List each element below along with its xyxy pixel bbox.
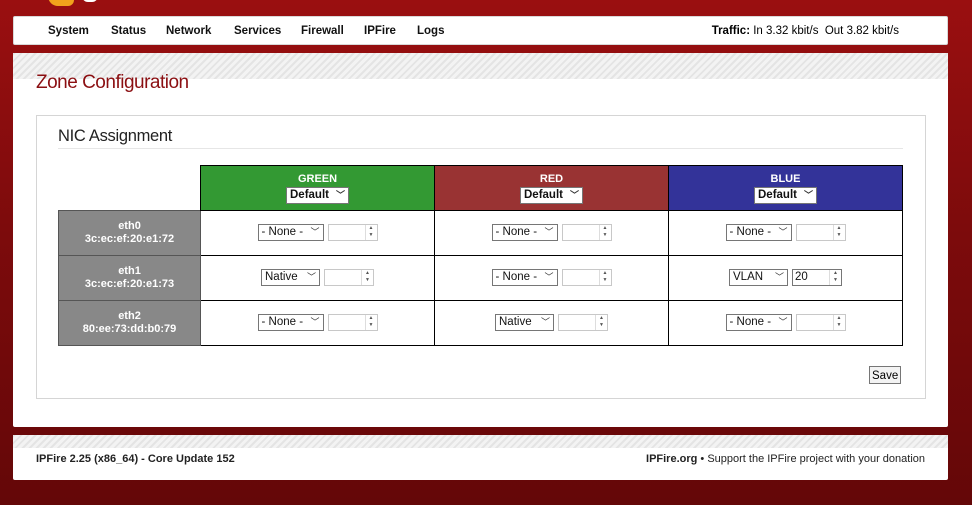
zone-mode-select-red[interactable]: Default ﹀ bbox=[520, 187, 583, 204]
cell-eth1-green: Native ﹀ ▲ ▼ bbox=[200, 255, 435, 301]
nic-label-eth2: eth2 80:ee:73:dd:b0:79 bbox=[58, 300, 201, 346]
zone-header-blue: BLUE Default ﹀ bbox=[668, 165, 903, 211]
page-title: Zone Configuration bbox=[36, 72, 189, 93]
chevron-down-icon: ﹀ bbox=[544, 227, 554, 238]
spinner-arrows-icon: ▲ ▼ bbox=[832, 315, 845, 331]
cell-eth2-blue: - None - ﹀ ▲ ▼ bbox=[668, 300, 903, 346]
spinner-arrows-icon: ▲ ▼ bbox=[595, 315, 607, 331]
spinner-arrows-icon: ▲ ▼ bbox=[598, 270, 611, 286]
nav-network[interactable]: Network bbox=[166, 17, 211, 46]
cell-eth0-blue: - None - ﹀ ▲ ▼ bbox=[668, 210, 903, 256]
spinner-arrows-icon: ▲ ▼ bbox=[829, 270, 841, 286]
cell-eth1-blue: VLAN ﹀ 20 ▲ ▼ bbox=[668, 255, 903, 301]
nav-system[interactable]: System bbox=[48, 17, 89, 46]
spinner-arrows-icon: ▲ ▼ bbox=[361, 270, 373, 286]
table-row: eth2 80:ee:73:dd:b0:79 - None - ﹀ ▲ ▼ Native… bbox=[58, 300, 903, 346]
traffic-label: Traffic: bbox=[711, 25, 751, 37]
chevron-down-icon: ﹀ bbox=[778, 227, 788, 238]
save-button[interactable]: Save bbox=[869, 366, 902, 384]
mode-select[interactable]: Native ﹀ bbox=[261, 269, 320, 287]
zone-mode-select-green[interactable]: Default ﹀ bbox=[286, 187, 349, 204]
chevron-down-icon: ﹀ bbox=[540, 317, 550, 328]
chevron-down-icon: ﹀ bbox=[544, 272, 554, 283]
cell-eth0-green: - None - ﹀ ▲ ▼ bbox=[200, 210, 435, 256]
cell-eth2-red: Native ﹀ ▲ ▼ bbox=[434, 300, 669, 346]
mode-select[interactable]: - None - ﹀ bbox=[725, 224, 792, 242]
zone-name: RED bbox=[539, 173, 564, 185]
ipfire-logo bbox=[40, 0, 102, 6]
traffic-in: In 3.32 kbit/s bbox=[753, 25, 819, 37]
mode-select[interactable]: - None - ﹀ bbox=[725, 314, 792, 332]
nic-label-eth1: eth1 3c:ec:ef:20:e1:73 bbox=[58, 255, 201, 301]
vlan-id-input[interactable]: 20 ▲ ▼ bbox=[792, 269, 842, 287]
nav-ipfire[interactable]: IPFire bbox=[364, 17, 396, 46]
nav-services[interactable]: Services bbox=[234, 17, 281, 46]
table-row: eth1 3c:ec:ef:20:e1:73 Native ﹀ ▲ ▼ - None -… bbox=[58, 255, 903, 301]
vlan-id-input[interactable]: ▲ ▼ bbox=[327, 224, 378, 242]
spinner-arrows-icon: ▲ ▼ bbox=[832, 225, 845, 241]
section-divider bbox=[58, 148, 903, 149]
footer-support: IPFire.org • Support the IPFire project … bbox=[646, 453, 925, 465]
zone-name: GREEN bbox=[297, 173, 338, 185]
mode-select[interactable]: - None - ﹀ bbox=[491, 269, 558, 287]
zone-header-green: GREEN Default ﹀ bbox=[200, 165, 435, 211]
section-title: NIC Assignment bbox=[58, 127, 173, 145]
nav-firewall[interactable]: Firewall bbox=[301, 17, 344, 46]
chevron-down-icon: ﹀ bbox=[803, 190, 813, 200]
zone-header-red: RED Default ﹀ bbox=[434, 165, 669, 211]
mode-select[interactable]: - None - ﹀ bbox=[257, 314, 324, 332]
mode-select[interactable]: Native ﹀ bbox=[495, 314, 554, 332]
vlan-id-input[interactable]: ▲ ▼ bbox=[795, 224, 846, 242]
vlan-id-input[interactable]: ▲ ▼ bbox=[558, 314, 608, 332]
cell-eth0-red: - None - ﹀ ▲ ▼ bbox=[434, 210, 669, 256]
logo-glyph bbox=[82, 0, 98, 2]
vlan-id-input[interactable]: ▲ ▼ bbox=[795, 314, 846, 332]
nav-logs[interactable]: Logs bbox=[417, 17, 444, 46]
table-row: eth0 3c:ec:ef:20:e1:72 - None - ﹀ ▲ ▼ - None… bbox=[58, 210, 903, 256]
flame-icon bbox=[48, 0, 74, 6]
chevron-down-icon: ﹀ bbox=[335, 190, 345, 200]
top-nav: System Status Network Services Firewall … bbox=[13, 16, 948, 45]
chevron-down-icon: ﹀ bbox=[306, 272, 316, 283]
cell-eth2-green: - None - ﹀ ▲ ▼ bbox=[200, 300, 435, 346]
chevron-down-icon: ﹀ bbox=[569, 190, 579, 200]
nic-label-eth0: eth0 3c:ec:ef:20:e1:72 bbox=[58, 210, 201, 256]
chevron-down-icon: ﹀ bbox=[310, 317, 320, 328]
vlan-id-input[interactable]: ▲ ▼ bbox=[327, 314, 378, 332]
traffic-out: Out 3.82 kbit/s bbox=[824, 25, 899, 37]
vlan-id-input[interactable]: ▲ ▼ bbox=[561, 224, 612, 242]
nav-status[interactable]: Status bbox=[111, 17, 146, 46]
chevron-down-icon: ﹀ bbox=[774, 272, 784, 283]
vlan-id-input[interactable]: ▲ ▼ bbox=[561, 269, 612, 287]
ipfire-org-link[interactable]: IPFire.org bbox=[646, 453, 697, 465]
traffic-readout: Traffic: In 3.32 kbit/s Out 3.82 kbit/s bbox=[712, 17, 899, 46]
mode-select[interactable]: - None - ﹀ bbox=[257, 224, 324, 242]
vlan-id-input[interactable]: ▲ ▼ bbox=[324, 269, 374, 287]
mode-select[interactable]: - None - ﹀ bbox=[491, 224, 558, 242]
footer-stripe bbox=[13, 435, 948, 448]
cell-eth1-red: - None - ﹀ ▲ ▼ bbox=[434, 255, 669, 301]
spinner-arrows-icon: ▲ ▼ bbox=[364, 225, 377, 241]
zone-mode-select-blue[interactable]: Default ﹀ bbox=[754, 187, 817, 204]
table-corner bbox=[59, 166, 201, 211]
spinner-arrows-icon: ▲ ▼ bbox=[598, 225, 611, 241]
chevron-down-icon: ﹀ bbox=[778, 317, 788, 328]
support-text: • Support the IPFire project with your d… bbox=[697, 453, 925, 465]
version-info: IPFire 2.25 (x86_64) - Core Update 152 bbox=[36, 453, 235, 465]
zone-name: BLUE bbox=[770, 173, 801, 185]
chevron-down-icon: ﹀ bbox=[310, 227, 320, 238]
nic-assignment-table: GREEN Default ﹀ RED Default ﹀ BLUE Default… bbox=[58, 165, 903, 346]
spinner-arrows-icon: ▲ ▼ bbox=[364, 315, 377, 331]
mode-select[interactable]: VLAN ﹀ bbox=[729, 269, 788, 287]
